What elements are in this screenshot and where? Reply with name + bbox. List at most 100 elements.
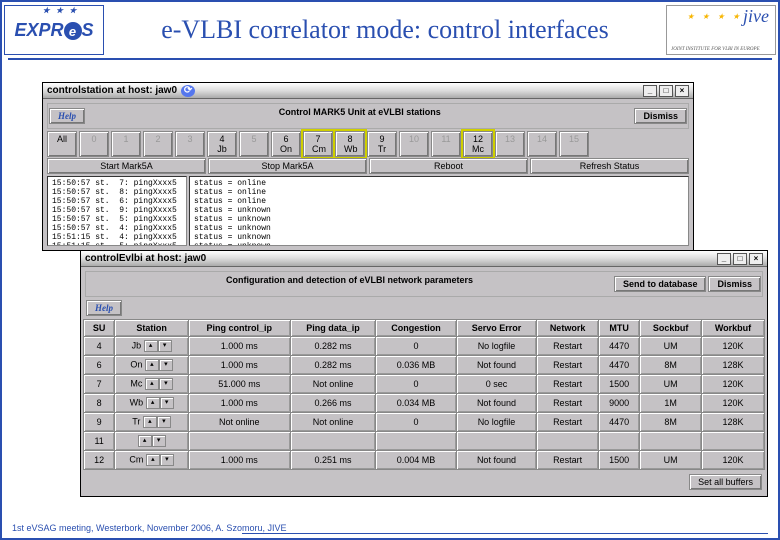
cell[interactable]: 1.000 ms — [188, 337, 290, 356]
refresh-button[interactable]: Refresh Status — [530, 158, 689, 174]
cell[interactable]: 1M — [640, 394, 702, 413]
cell[interactable]: 1.000 ms — [188, 451, 290, 470]
down-icon[interactable]: ▾ — [160, 454, 174, 466]
cell[interactable]: On ▴▾ — [115, 356, 189, 375]
cell[interactable]: Not found — [456, 356, 536, 375]
cell[interactable] — [702, 432, 765, 451]
cell[interactable]: 0 — [376, 413, 456, 432]
cell[interactable]: ▴▾ — [115, 432, 189, 451]
cell[interactable]: Not found — [456, 394, 536, 413]
cell[interactable]: 120K — [702, 375, 765, 394]
cell[interactable] — [537, 432, 599, 451]
close-icon[interactable]: × — [749, 253, 763, 265]
all-button[interactable]: All — [47, 131, 77, 157]
cell[interactable]: Jb ▴▾ — [115, 337, 189, 356]
minimize-icon[interactable]: _ — [643, 85, 657, 97]
cell[interactable]: No logfile — [456, 413, 536, 432]
cell[interactable]: Restart — [537, 375, 599, 394]
down-icon[interactable]: ▾ — [160, 397, 174, 409]
station-button[interactable]: 9 Tr — [367, 131, 397, 157]
cell[interactable]: 4470 — [598, 413, 639, 432]
cell[interactable]: 0.282 ms — [290, 337, 376, 356]
cell[interactable]: 0 sec — [456, 375, 536, 394]
cell[interactable]: Restart — [537, 413, 599, 432]
up-icon[interactable]: ▴ — [145, 378, 159, 390]
cell[interactable]: 0 — [376, 375, 456, 394]
minimize-icon[interactable]: _ — [717, 253, 731, 265]
station-button[interactable]: 11 — [431, 131, 461, 157]
cell[interactable] — [640, 432, 702, 451]
up-icon[interactable]: ▴ — [145, 359, 159, 371]
reload-icon[interactable]: ⟳ — [181, 85, 195, 97]
station-button[interactable]: 2 — [143, 131, 173, 157]
station-button[interactable]: 1 — [111, 131, 141, 157]
cell[interactable]: 4470 — [598, 337, 639, 356]
cell[interactable] — [456, 432, 536, 451]
cell[interactable]: 0.036 MB — [376, 356, 456, 375]
cell[interactable]: 0.282 ms — [290, 356, 376, 375]
up-icon[interactable]: ▴ — [146, 454, 160, 466]
cell[interactable]: Cm ▴▾ — [115, 451, 189, 470]
help-button[interactable]: Help — [86, 300, 122, 316]
cell[interactable]: 1.000 ms — [188, 356, 290, 375]
cell[interactable]: Wb ▴▾ — [115, 394, 189, 413]
up-icon[interactable]: ▴ — [144, 340, 158, 352]
cell[interactable]: 120K — [702, 451, 765, 470]
maximize-icon[interactable]: □ — [733, 253, 747, 265]
down-icon[interactable]: ▾ — [159, 378, 173, 390]
station-button[interactable]: 7 Cm — [303, 131, 333, 157]
cell[interactable]: 0.266 ms — [290, 394, 376, 413]
cell[interactable]: Not found — [456, 451, 536, 470]
window-titlebar[interactable]: controlEvlbi at host: jaw0 _ □ × — [81, 251, 767, 267]
cell[interactable]: Restart — [537, 451, 599, 470]
reboot-button[interactable]: Reboot — [369, 158, 528, 174]
cell[interactable]: UM — [640, 375, 702, 394]
cell[interactable]: 128K — [702, 413, 765, 432]
cell[interactable]: 0.251 ms — [290, 451, 376, 470]
station-button[interactable]: 13 — [495, 131, 525, 157]
down-icon[interactable]: ▾ — [157, 416, 171, 428]
help-button[interactable]: Help — [49, 108, 85, 124]
up-icon[interactable]: ▴ — [138, 435, 152, 447]
cell[interactable]: Not online — [188, 413, 290, 432]
station-button[interactable]: 10 — [399, 131, 429, 157]
cell[interactable] — [376, 432, 456, 451]
stop-button[interactable]: Stop Mark5A — [208, 158, 367, 174]
station-button[interactable]: 0 — [79, 131, 109, 157]
cell[interactable]: 51.000 ms — [188, 375, 290, 394]
down-icon[interactable]: ▾ — [152, 435, 166, 447]
cell[interactable]: UM — [640, 451, 702, 470]
cell[interactable]: Restart — [537, 337, 599, 356]
cell[interactable]: 120K — [702, 337, 765, 356]
station-button[interactable]: 4 Jb — [207, 131, 237, 157]
dismiss-button[interactable]: Dismiss — [708, 276, 761, 292]
cell[interactable]: UM — [640, 337, 702, 356]
close-icon[interactable]: × — [675, 85, 689, 97]
station-button[interactable]: 14 — [527, 131, 557, 157]
dismiss-button[interactable]: Dismiss — [634, 108, 687, 124]
cell[interactable]: 128K — [702, 356, 765, 375]
station-button[interactable]: 3 — [175, 131, 205, 157]
station-button[interactable]: 6 On — [271, 131, 301, 157]
maximize-icon[interactable]: □ — [659, 85, 673, 97]
cell[interactable]: 0 — [376, 337, 456, 356]
cell[interactable]: Restart — [537, 394, 599, 413]
cell[interactable]: Restart — [537, 356, 599, 375]
cell[interactable]: Not online — [290, 413, 376, 432]
cell[interactable]: Not online — [290, 375, 376, 394]
cell[interactable] — [598, 432, 639, 451]
cell[interactable]: 8M — [640, 413, 702, 432]
station-button[interactable]: 8 Wb — [335, 131, 365, 157]
send-button[interactable]: Send to database — [614, 276, 707, 292]
station-button[interactable]: 15 — [559, 131, 589, 157]
station-button[interactable]: 5 — [239, 131, 269, 157]
start-button[interactable]: Start Mark5A — [47, 158, 206, 174]
down-icon[interactable]: ▾ — [158, 340, 172, 352]
cell[interactable]: 8M — [640, 356, 702, 375]
cell[interactable]: 120K — [702, 394, 765, 413]
cell[interactable] — [290, 432, 376, 451]
cell[interactable] — [188, 432, 290, 451]
cell[interactable]: 1.000 ms — [188, 394, 290, 413]
cell[interactable]: 0.034 MB — [376, 394, 456, 413]
cell[interactable]: No logfile — [456, 337, 536, 356]
